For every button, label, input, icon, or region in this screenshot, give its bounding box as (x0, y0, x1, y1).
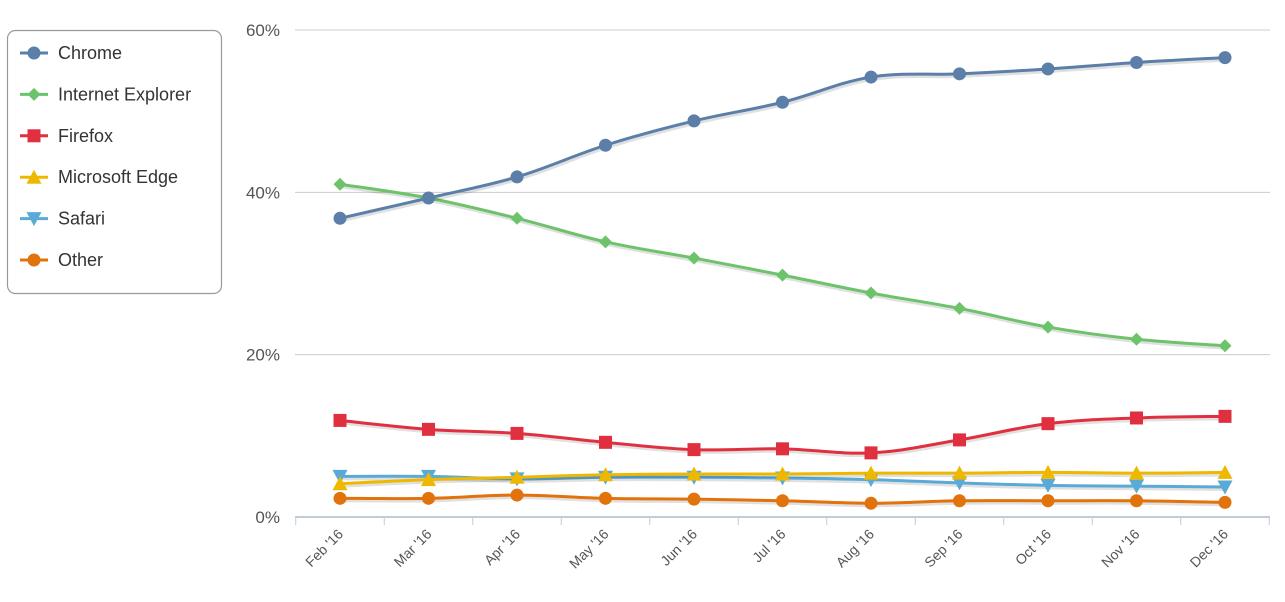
x-tick-label: Mar '16 (391, 526, 435, 570)
legend-marker (27, 129, 41, 143)
data-point (687, 492, 701, 506)
data-point (1218, 339, 1232, 353)
y-tick-label: 0% (255, 508, 280, 527)
data-point (776, 442, 789, 456)
legend-label: Other (58, 250, 103, 270)
data-point (599, 491, 612, 505)
data-point (1041, 417, 1055, 431)
data-point (599, 435, 612, 449)
series-firefox (333, 409, 1232, 460)
data-point (510, 170, 524, 184)
data-point (776, 95, 789, 109)
series-line (339, 56, 1226, 220)
data-point (687, 443, 701, 457)
series-chrome (333, 51, 1232, 225)
legend-label: Chrome (58, 43, 122, 63)
data-point (422, 191, 435, 205)
series-line (339, 182, 1226, 348)
series-internet-explorer (333, 177, 1232, 353)
data-point (953, 67, 966, 81)
data-point (1218, 51, 1232, 65)
data-point (422, 422, 435, 436)
y-tick-label: 60% (246, 21, 280, 40)
series-line-shadow (340, 184, 1227, 350)
data-point (1130, 411, 1143, 425)
x-tick-label: Sep '16 (921, 526, 966, 571)
data-point (687, 114, 701, 128)
data-point (864, 496, 878, 510)
legend-marker (27, 253, 41, 267)
data-point (953, 433, 966, 447)
data-point (1130, 55, 1143, 69)
y-tick-label: 40% (246, 183, 280, 202)
series-other (333, 488, 1232, 510)
data-point (1130, 332, 1143, 346)
data-point (953, 494, 966, 508)
data-point (333, 211, 347, 225)
data-point (333, 413, 347, 427)
x-tick-label: Feb '16 (302, 526, 346, 570)
data-point (864, 70, 878, 84)
legend-label: Safari (58, 209, 105, 229)
legend-box (6, 29, 223, 295)
data-point (1041, 62, 1055, 76)
legend-label: Microsoft Edge (58, 167, 178, 187)
data-point (864, 446, 878, 460)
series-line-shadow (340, 57, 1227, 223)
line-chart: 0% 20% 40% 60% Feb '16 Mar '16 Apr '16 May '16 J… (6, 21, 1270, 572)
x-tick-label: Jul '16 (749, 526, 789, 566)
y-tick-label: 20% (246, 346, 280, 365)
x-tick-label: Jun '16 (657, 526, 700, 569)
legend-label: Internet Explorer (58, 84, 191, 104)
x-tick-label: Oct '16 (1012, 526, 1055, 569)
legend-label: Firefox (58, 126, 113, 146)
data-point (1130, 494, 1143, 508)
data-point (510, 488, 524, 502)
data-point (422, 491, 435, 505)
x-tick-label: Nov '16 (1098, 526, 1143, 571)
data-point (1218, 409, 1232, 423)
data-point (599, 138, 612, 152)
data-point (510, 426, 524, 440)
x-tick-label: May '16 (566, 526, 612, 572)
x-tick-label: Apr '16 (481, 526, 524, 569)
data-point (1218, 495, 1232, 509)
legend-marker (27, 46, 41, 60)
data-point (776, 494, 789, 508)
x-tick-label: Dec '16 (1187, 526, 1232, 571)
x-tick-label: Aug '16 (833, 526, 878, 571)
data-point (1041, 494, 1055, 508)
data-point (333, 491, 347, 505)
